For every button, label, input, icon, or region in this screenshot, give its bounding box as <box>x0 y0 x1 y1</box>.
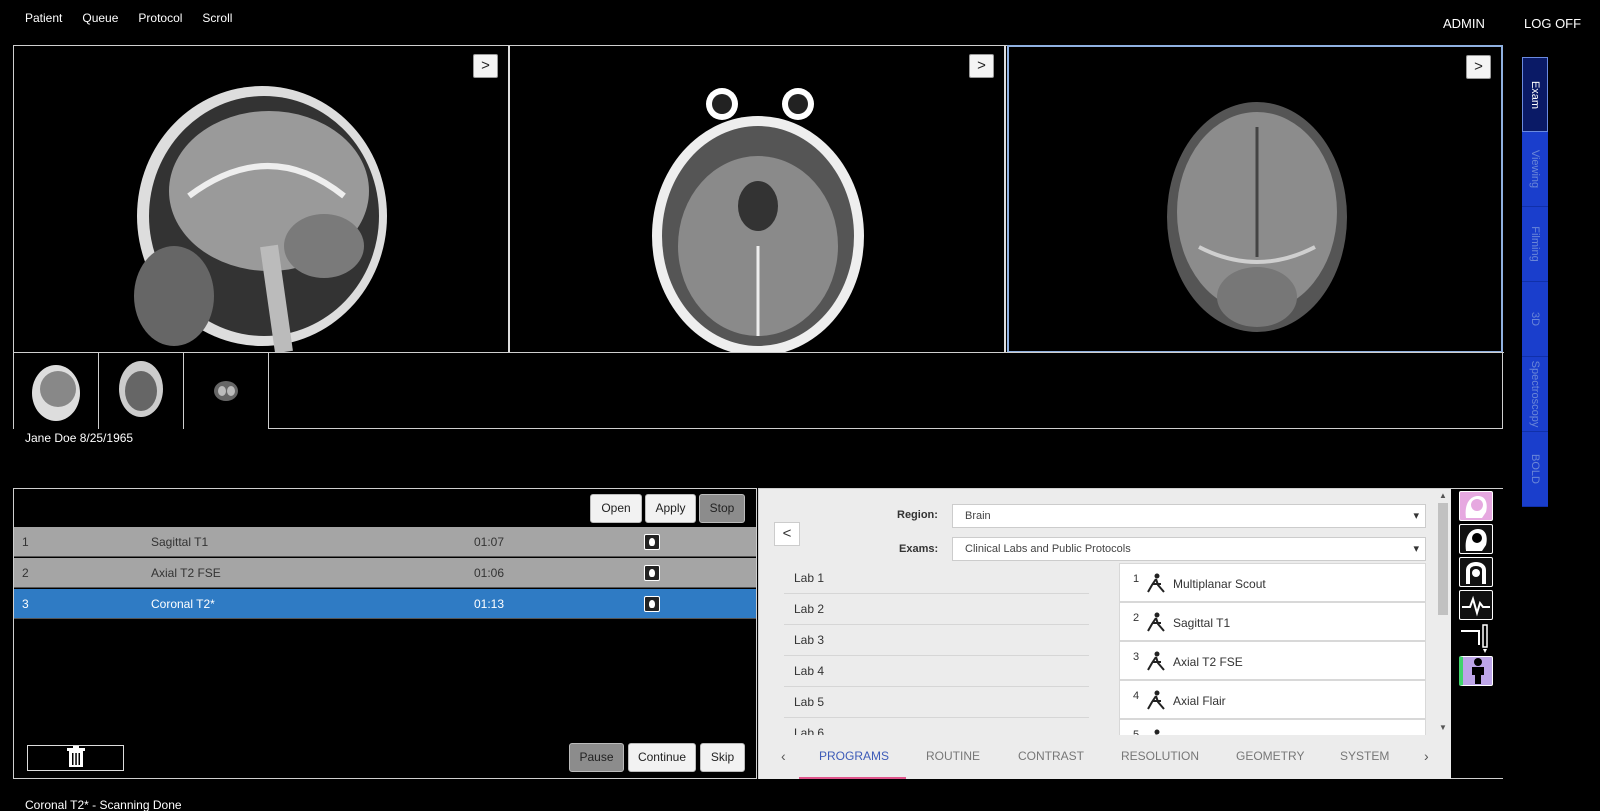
menu-protocol[interactable]: Protocol <box>138 11 182 25</box>
viewport-coronal[interactable]: > <box>1007 45 1503 353</box>
tab-programs[interactable]: PROGRAMS <box>819 749 889 763</box>
list-item[interactable]: Lab 1 <box>784 563 1089 594</box>
thumbnail-sagittal[interactable] <box>14 353 99 429</box>
queue-row[interactable]: 1 Sagittal T1 01:07 <box>14 527 756 557</box>
scrollbar-thumb[interactable] <box>1438 503 1448 615</box>
patient-position-icon <box>1154 729 1160 735</box>
menu-patient[interactable]: Patient <box>25 11 62 25</box>
spine-coil-icon[interactable] <box>1459 557 1493 587</box>
menu-scroll[interactable]: Scroll <box>202 11 232 25</box>
tab-spectroscopy[interactable]: Spectroscopy <box>1522 357 1548 432</box>
expand-pane-1-button[interactable]: > <box>473 54 498 78</box>
program-item[interactable]: 4 Axial Flair <box>1119 680 1426 719</box>
thumbnail-coronal[interactable] <box>184 353 269 429</box>
protocol-back-button[interactable]: < <box>774 522 800 546</box>
tab-routine[interactable]: ROUTINE <box>926 749 980 763</box>
scan-queue-panel: Open Apply Stop 1 Sagittal T1 01:07 2 Ax… <box>13 488 757 779</box>
status-text: Coronal T2* - Scanning Done <box>25 798 182 811</box>
region-label: Region: <box>897 509 938 521</box>
tab-resolution[interactable]: RESOLUTION <box>1121 749 1199 763</box>
logoff-link[interactable]: LOG OFF <box>1524 16 1581 31</box>
tab-viewing[interactable]: Viewing <box>1522 132 1548 207</box>
region-select[interactable]: Brain <box>952 504 1426 528</box>
tab-contrast[interactable]: CONTRAST <box>1018 749 1084 763</box>
scroll-up-icon[interactable]: ▲ <box>1439 491 1447 500</box>
expand-pane-2-button[interactable]: > <box>969 54 994 78</box>
head-coil-icon[interactable] <box>1459 491 1493 521</box>
list-item[interactable]: Lab 3 <box>784 625 1089 656</box>
patient-position-icon <box>1147 612 1165 632</box>
tab-3d[interactable]: 3D <box>1522 282 1548 357</box>
program-item[interactable]: 2 Sagittal T1 <box>1119 602 1426 641</box>
active-tab-underline <box>799 777 906 779</box>
list-item[interactable]: Lab 4 <box>784 656 1089 687</box>
patient-position-icon <box>1147 690 1165 710</box>
list-item[interactable]: Lab 5 <box>784 687 1089 718</box>
menu-queue[interactable]: Queue <box>82 11 118 25</box>
program-list: 1 Multiplanar Scout 2 Sagittal T1 3 Axia… <box>1119 563 1426 735</box>
sagittal-mri-image <box>134 86 387 352</box>
head-coil-alt-icon[interactable] <box>1459 524 1493 554</box>
queue-row[interactable]: 2 Axial T2 FSE 01:06 <box>14 558 756 588</box>
tab-system[interactable]: SYSTEM <box>1340 749 1389 763</box>
protocol-scrollbar[interactable]: ▲ ▼ <box>1437 491 1449 735</box>
patient-info: Jane Doe 8/25/1965 <box>25 431 134 445</box>
scan-status-icon <box>644 534 660 550</box>
stop-button[interactable]: Stop <box>699 494 745 523</box>
top-nav: Patient Queue Protocol Scroll ADMIN LOG … <box>0 0 1600 40</box>
tab-filming[interactable]: Filming <box>1522 207 1548 282</box>
program-item[interactable]: 3 Axial T2 FSE <box>1119 641 1426 680</box>
scan-person-icon[interactable] <box>1459 656 1493 686</box>
lab-list: Lab 1 Lab 2 Lab 3 Lab 4 Lab 5 Lab 6 <box>784 563 1089 735</box>
trash-icon <box>66 746 85 767</box>
pause-button[interactable]: Pause <box>569 743 624 772</box>
queue-row-selected[interactable]: 3 Coronal T2* 01:13 <box>14 589 756 619</box>
expand-pane-3-button[interactable]: > <box>1466 55 1491 79</box>
protocol-tabs: ‹ PROGRAMS ROUTINE CONTRAST RESOLUTION G… <box>759 736 1451 779</box>
patient-position-icon <box>1147 651 1165 671</box>
skip-button[interactable]: Skip <box>700 743 745 772</box>
open-button[interactable]: Open <box>590 494 642 523</box>
tab-exam[interactable]: Exam <box>1522 57 1548 132</box>
thumbnail-axial[interactable] <box>99 353 184 429</box>
thumbnail-strip <box>14 352 1504 429</box>
program-item[interactable]: 1 Multiplanar Scout <box>1119 563 1426 602</box>
main-menu: Patient Queue Protocol Scroll <box>25 11 232 25</box>
exams-select[interactable]: Clinical Labs and Public Protocols <box>952 537 1426 561</box>
list-item[interactable]: Lab 2 <box>784 594 1089 625</box>
continue-button[interactable]: Continue <box>628 743 696 772</box>
viewport-sagittal[interactable]: > <box>14 46 510 352</box>
viewport-axial[interactable]: > <box>510 46 1006 352</box>
coronal-mri-image <box>1167 102 1347 332</box>
patient-position-icon <box>1147 573 1165 593</box>
tabs-prev-icon[interactable]: ‹ <box>781 748 786 764</box>
table-icon[interactable] <box>1459 623 1493 653</box>
list-item[interactable]: Lab 6 <box>784 718 1089 735</box>
tabs-next-icon[interactable]: › <box>1424 748 1429 764</box>
tab-geometry[interactable]: GEOMETRY <box>1236 749 1304 763</box>
tab-bold[interactable]: BOLD <box>1522 432 1548 507</box>
ecg-icon[interactable] <box>1459 590 1493 620</box>
exams-label: Exams: <box>899 543 939 555</box>
program-item[interactable]: 5 <box>1119 719 1426 735</box>
protocol-panel: < Region: Brain Exams: Clinical Labs and… <box>758 488 1503 779</box>
scan-status-icon <box>644 596 660 612</box>
coil-icon-column <box>1451 489 1503 778</box>
axial-mri-image <box>652 88 864 352</box>
admin-link[interactable]: ADMIN <box>1443 16 1485 31</box>
delete-button[interactable] <box>27 745 124 771</box>
apply-button[interactable]: Apply <box>645 494 696 523</box>
image-viewer: > > > <box>13 45 1504 429</box>
vertical-mode-tabs: Exam Viewing Filming 3D Spectroscopy BOL… <box>1522 57 1548 507</box>
scroll-down-icon[interactable]: ▼ <box>1439 723 1447 732</box>
scan-status-icon <box>644 565 660 581</box>
